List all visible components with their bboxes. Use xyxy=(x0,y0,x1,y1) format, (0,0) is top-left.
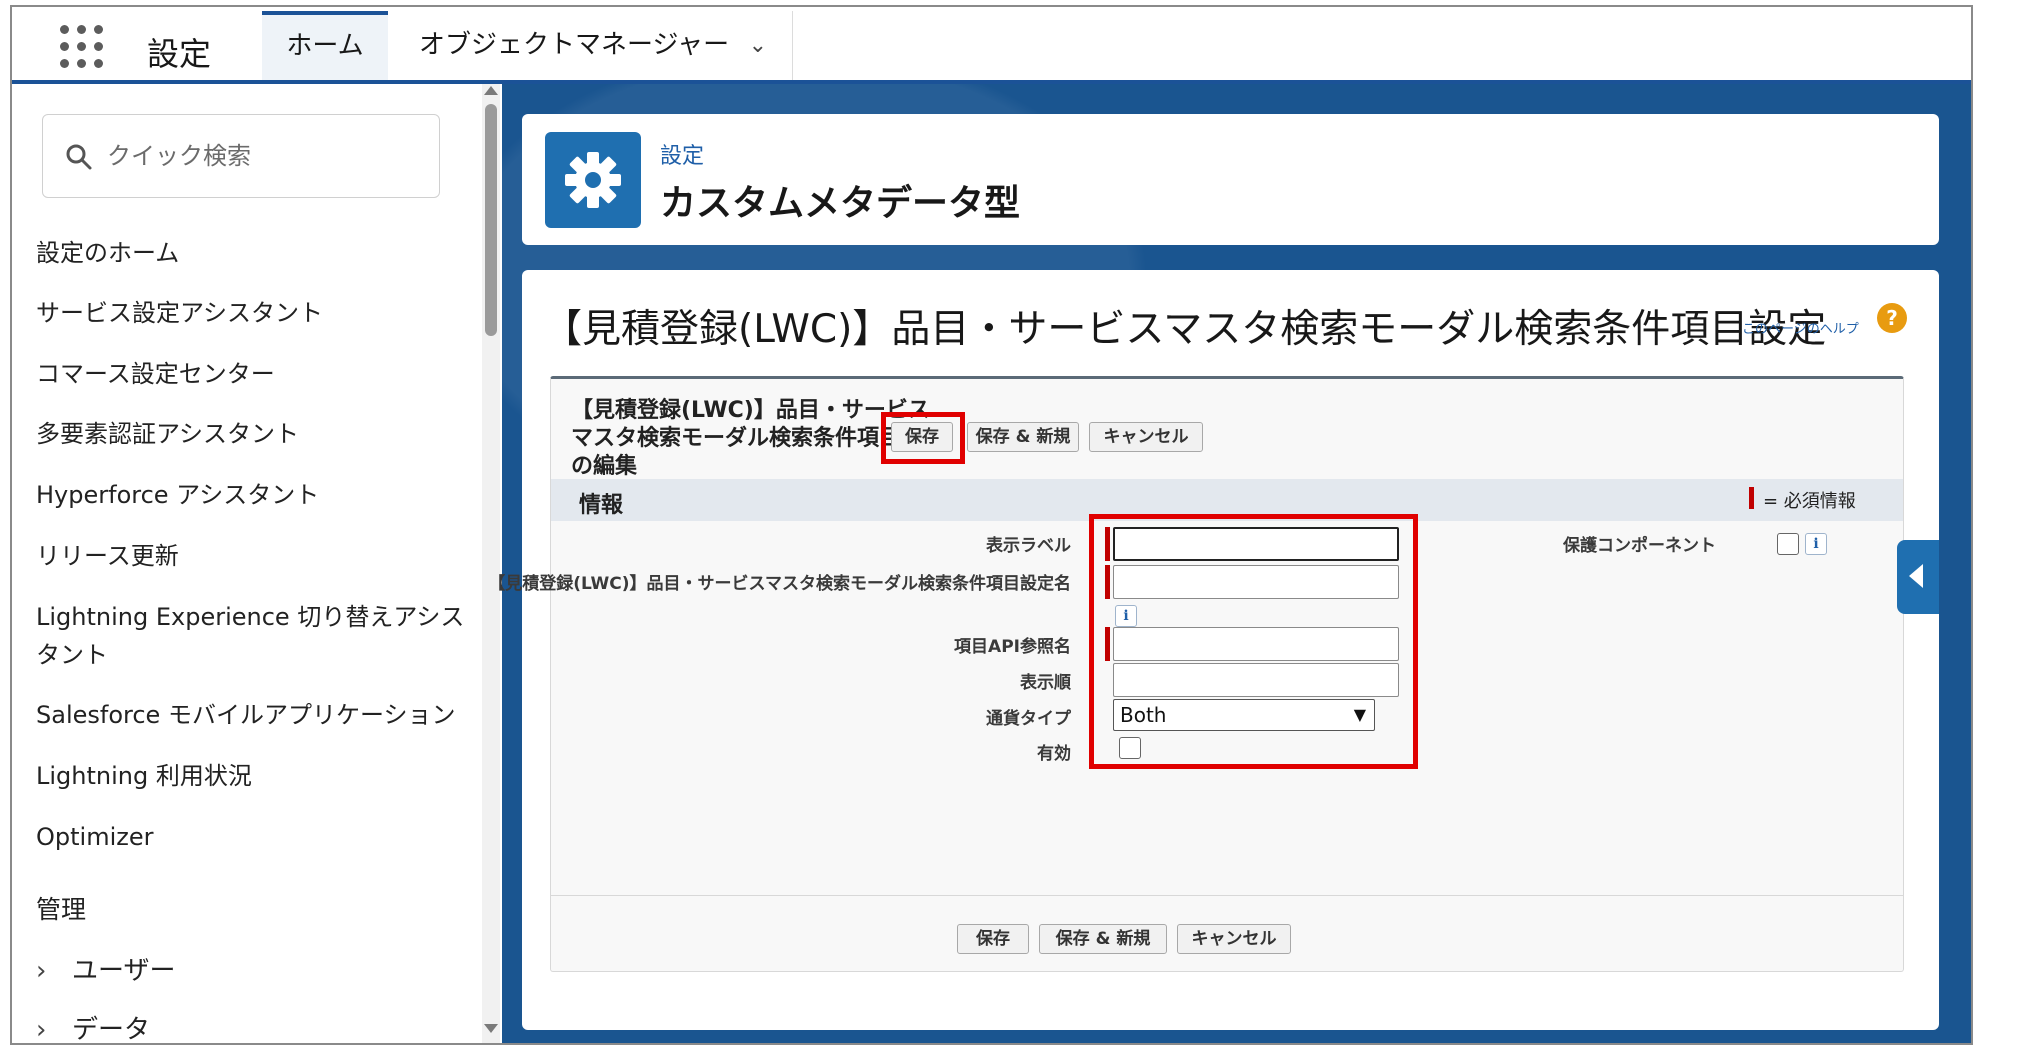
label-display-order: 表示順 xyxy=(1020,673,1071,693)
save-button-top[interactable]: 保存 xyxy=(891,422,953,452)
field-api-name-input[interactable] xyxy=(1113,627,1399,661)
save-new-button-top[interactable]: 保存 & 新規 xyxy=(967,422,1079,452)
sidebar-group-administration: 管理 xyxy=(36,895,87,924)
sidebar-item-lightning-transition-assistant[interactable]: Lightning Experience 切り替えアシスタント xyxy=(36,598,466,674)
active-checkbox[interactable] xyxy=(1119,737,1141,759)
sidebar-scrollbar[interactable] xyxy=(482,84,500,1043)
footer-divider xyxy=(551,895,1903,896)
chevron-right-icon: › xyxy=(36,956,47,986)
chevron-down-icon: ▼ xyxy=(1353,705,1366,724)
tab-object-manager-label: オブジェクトマネージャー xyxy=(419,30,730,60)
gear-icon xyxy=(545,132,641,228)
sidebar-item-service-setup-assistant[interactable]: サービス設定アシスタント xyxy=(36,294,476,332)
currency-type-value: Both xyxy=(1120,703,1167,727)
help-link[interactable]: このページのヘルプ xyxy=(1742,318,1859,337)
scrollbar-thumb[interactable] xyxy=(485,104,497,336)
page-title: 【見積登録(LWC)】品目・サービスマスタ検索モーダル検索条件項目設定 xyxy=(543,307,1827,352)
quick-find-box xyxy=(42,114,440,198)
collapse-panel-tab[interactable] xyxy=(1897,540,1939,614)
required-legend-mark xyxy=(1749,487,1754,509)
edit-block: 【見積登録(LWC)】品目・サービスマスタ検索モーダル検索条件項目設定の編集 保… xyxy=(488,376,1904,972)
label-field-api-name: 項目API参照名 xyxy=(954,637,1071,657)
setup-sidebar: 設定のホーム サービス設定アシスタント コマース設定センター 多要素認証アシスタ… xyxy=(12,84,502,1045)
display-order-input[interactable] xyxy=(1113,663,1399,697)
help-icon[interactable]: ? xyxy=(1877,303,1907,333)
section-header-info: 情報 = 必須情報 xyxy=(551,479,1903,521)
sidebar-item-optimizer[interactable]: Optimizer xyxy=(36,818,476,856)
protected-component-checkbox[interactable] xyxy=(1777,533,1799,555)
object-name-input[interactable] xyxy=(1113,565,1399,599)
currency-type-select[interactable]: Both ▼ xyxy=(1113,699,1375,731)
sidebar-item-users-label: ユーザー xyxy=(72,956,176,986)
quick-find-input[interactable] xyxy=(105,135,425,177)
app-root: 設定 ホーム オブジェクトマネージャー ⌄ 設定のホーム サービス設定アシスタン… xyxy=(0,0,2027,1048)
display-label-input[interactable] xyxy=(1113,527,1399,561)
info-icon[interactable]: i xyxy=(1115,605,1137,627)
chevron-down-icon[interactable]: ⌄ xyxy=(749,11,767,80)
scroll-down-icon[interactable] xyxy=(484,1024,498,1033)
tab-divider xyxy=(792,11,793,80)
page-header-title: カスタムメタデータ型 xyxy=(660,183,1021,224)
chevron-right-icon: › xyxy=(36,1015,47,1045)
section-title: 情報 xyxy=(579,493,624,518)
sidebar-item-release-updates[interactable]: リリース更新 xyxy=(36,537,476,575)
tab-home[interactable]: ホーム xyxy=(262,11,388,80)
required-indicator xyxy=(1105,565,1110,599)
app-launcher-icon[interactable] xyxy=(60,25,104,69)
cancel-button-bottom[interactable]: キャンセル xyxy=(1177,924,1291,954)
required-legend-text: = 必須情報 xyxy=(1763,491,1856,512)
sidebar-item-hyperforce-assistant[interactable]: Hyperforce アシスタント xyxy=(36,476,476,514)
info-icon[interactable]: i xyxy=(1805,533,1827,555)
label-active: 有効 xyxy=(1037,744,1071,764)
save-new-button-bottom[interactable]: 保存 & 新規 xyxy=(1039,924,1167,954)
content-card: 【見積登録(LWC)】品目・サービスマスタ検索モーダル検索条件項目設定 このペー… xyxy=(488,270,1939,1030)
sidebar-item-setup-home[interactable]: 設定のホーム xyxy=(36,234,476,272)
window-frame: 設定 ホーム オブジェクトマネージャー ⌄ 設定のホーム サービス設定アシスタン… xyxy=(10,5,1973,1045)
sidebar-item-data[interactable]: › データ xyxy=(36,1009,151,1045)
sidebar-item-data-label: データ xyxy=(72,1015,151,1045)
tab-object-manager[interactable]: オブジェクトマネージャー ⌄ xyxy=(407,11,787,80)
sidebar-item-salesforce-mobile-app[interactable]: Salesforce モバイルアプリケーション xyxy=(36,696,476,734)
global-header: 設定 ホーム オブジェクトマネージャー ⌄ xyxy=(12,7,1971,84)
main-content: 設定 カスタムメタデータ型 【見積登録(LWC)】品目・サービスマスタ検索モーダ… xyxy=(488,84,1971,1043)
search-icon xyxy=(66,144,92,170)
required-indicator xyxy=(1105,527,1110,561)
label-object-name: 【見積登録(LWC)】品目・サービスマスタ検索モーダル検索条件項目設定名 xyxy=(488,574,1071,594)
required-indicator xyxy=(1105,627,1110,661)
sidebar-item-lightning-usage[interactable]: Lightning 利用状況 xyxy=(36,757,476,795)
page-header: 設定 カスタムメタデータ型 xyxy=(522,114,1939,245)
cancel-button-top[interactable]: キャンセル xyxy=(1089,422,1203,452)
sidebar-item-users[interactable]: › ユーザー xyxy=(36,950,175,987)
sidebar-item-mfa-assistant[interactable]: 多要素認証アシスタント xyxy=(36,415,476,453)
breadcrumb[interactable]: 設定 xyxy=(660,138,704,170)
label-currency-type: 通貨タイプ xyxy=(986,709,1071,729)
save-button-bottom[interactable]: 保存 xyxy=(957,924,1029,954)
label-display-label: 表示ラベル xyxy=(986,536,1071,556)
scroll-up-icon[interactable] xyxy=(484,86,498,95)
app-name: 設定 xyxy=(147,35,212,73)
sidebar-item-commerce-setup-center[interactable]: コマース設定センター xyxy=(36,355,476,393)
label-protected-component: 保護コンポーネント xyxy=(1563,536,1716,556)
